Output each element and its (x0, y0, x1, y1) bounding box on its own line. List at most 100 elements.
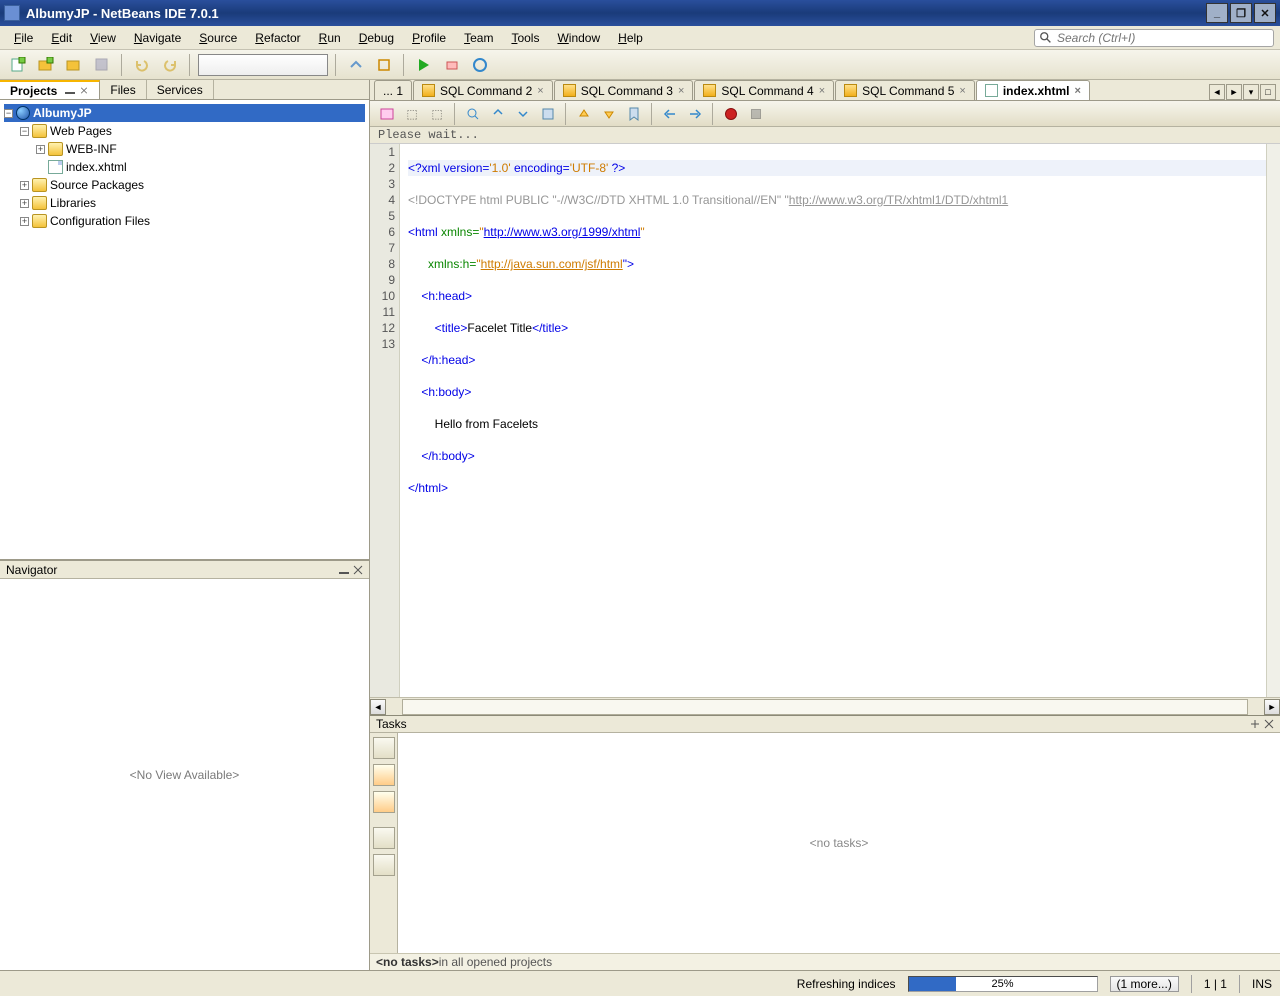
menu-debug[interactable]: Debug (351, 29, 402, 47)
folder-icon (48, 142, 63, 156)
tab-sql-command-2[interactable]: SQL Command 2× (413, 80, 553, 100)
minimize-panel-icon[interactable] (339, 565, 349, 575)
line-number-gutter: 12345678910111213 (370, 144, 400, 697)
scroll-tabs-right[interactable]: ► (1226, 84, 1242, 100)
shift-left-button[interactable] (659, 103, 681, 125)
run-button[interactable] (412, 53, 436, 77)
expand-icon[interactable]: + (20, 199, 29, 208)
maximize-editor-button[interactable]: □ (1260, 84, 1276, 100)
toggle-bookmark-button[interactable] (623, 103, 645, 125)
horizontal-scrollbar[interactable]: ◄ ► (370, 697, 1280, 715)
tasks-scope-project[interactable] (373, 764, 395, 786)
menu-view[interactable]: View (82, 29, 124, 47)
code-content[interactable]: <?xml version='1.0' encoding='UTF-8' ?> … (400, 144, 1266, 697)
macro-stop-button[interactable] (745, 103, 767, 125)
menu-help[interactable]: Help (610, 29, 651, 47)
close-tab-icon[interactable]: × (1075, 85, 1081, 97)
scrollbar-track[interactable] (402, 699, 1248, 715)
config-combo[interactable] (198, 54, 328, 76)
services-tab[interactable]: Services (147, 80, 214, 99)
project-tree[interactable]: −AlbumyJP −Web Pages +WEB-INF index.xhtm… (0, 100, 369, 560)
prev-error-button[interactable] (573, 103, 595, 125)
expand-icon[interactable]: + (20, 181, 29, 190)
tasks-filter-button[interactable] (373, 827, 395, 849)
diff-button[interactable]: ⬚ (426, 103, 448, 125)
minimize-panel-icon[interactable] (65, 87, 75, 94)
tab-sql-command-4[interactable]: SQL Command 4× (694, 80, 834, 100)
tree-source-packages[interactable]: +Source Packages (4, 176, 365, 194)
tasks-scope-open[interactable] (373, 791, 395, 813)
macro-record-button[interactable] (720, 103, 742, 125)
toggle-highlight-button[interactable] (537, 103, 559, 125)
progress-bar[interactable]: 25% (908, 976, 1098, 992)
clean-build-button[interactable] (372, 53, 396, 77)
error-stripe[interactable] (1266, 144, 1280, 697)
menu-team[interactable]: Team (456, 29, 501, 47)
profile-button[interactable] (468, 53, 492, 77)
search-input[interactable] (1057, 31, 1269, 45)
tasks-scope-file[interactable] (373, 737, 395, 759)
projects-tab[interactable]: Projects (0, 80, 100, 99)
tab-label: ... 1 (383, 84, 403, 98)
menu-file[interactable]: File (6, 29, 41, 47)
close-panel-icon[interactable] (353, 565, 363, 575)
tab-index-xhtml[interactable]: index.xhtml× (976, 80, 1090, 100)
collapse-icon[interactable]: − (20, 127, 29, 136)
close-tab-icon[interactable]: × (819, 85, 825, 97)
menu-run[interactable]: Run (311, 29, 349, 47)
build-button[interactable] (344, 53, 368, 77)
tree-webinf[interactable]: +WEB-INF (4, 140, 365, 158)
tree-config-files[interactable]: +Configuration Files (4, 212, 365, 230)
menu-profile[interactable]: Profile (404, 29, 454, 47)
undo-button[interactable] (130, 53, 154, 77)
collapse-icon[interactable]: − (4, 109, 13, 118)
prev-bookmark-button[interactable] (487, 103, 509, 125)
scroll-tabs-left[interactable]: ◄ (1209, 84, 1225, 100)
history-button[interactable]: ⬚ (401, 103, 423, 125)
more-tasks-button[interactable]: (1 more...) (1110, 976, 1179, 992)
tab-overflow[interactable]: ... 1 (374, 80, 412, 100)
new-file-button[interactable] (6, 53, 30, 77)
next-bookmark-button[interactable] (512, 103, 534, 125)
close-panel-icon[interactable] (1264, 719, 1274, 729)
close-panel-icon[interactable] (79, 87, 89, 94)
close-tab-icon[interactable]: × (537, 85, 543, 97)
open-project-button[interactable] (62, 53, 86, 77)
close-tab-icon[interactable]: × (959, 85, 965, 97)
quick-search[interactable] (1034, 29, 1274, 47)
find-prev-button[interactable] (462, 103, 484, 125)
tree-index-xhtml[interactable]: index.xhtml (4, 158, 365, 176)
scroll-right-button[interactable]: ► (1264, 699, 1280, 715)
tab-sql-command-5[interactable]: SQL Command 5× (835, 80, 975, 100)
menu-tools[interactable]: Tools (503, 29, 547, 47)
files-tab[interactable]: Files (100, 80, 146, 99)
menu-edit[interactable]: Edit (43, 29, 80, 47)
tab-sql-command-3[interactable]: SQL Command 3× (554, 80, 694, 100)
minimize-button[interactable]: _ (1206, 3, 1228, 23)
shift-right-button[interactable] (684, 103, 706, 125)
tree-web-pages[interactable]: −Web Pages (4, 122, 365, 140)
tab-list-button[interactable]: ▾ (1243, 84, 1259, 100)
menu-refactor[interactable]: Refactor (247, 29, 308, 47)
menu-navigate[interactable]: Navigate (126, 29, 189, 47)
tree-project-root[interactable]: −AlbumyJP (4, 104, 365, 122)
expand-icon[interactable]: + (20, 217, 29, 226)
code-editor[interactable]: Please wait... 12345678910111213 <?xml v… (370, 127, 1280, 715)
source-view-button[interactable] (376, 103, 398, 125)
expand-icon[interactable]: + (36, 145, 45, 154)
debug-button[interactable] (440, 53, 464, 77)
maximize-button[interactable]: ❐ (1230, 3, 1252, 23)
save-all-button[interactable] (90, 53, 114, 77)
close-tab-icon[interactable]: × (678, 85, 684, 97)
tasks-group-button[interactable] (373, 854, 395, 876)
scroll-left-button[interactable]: ◄ (370, 699, 386, 715)
services-tab-label: Services (157, 83, 203, 97)
new-project-button[interactable] (34, 53, 58, 77)
menu-source[interactable]: Source (191, 29, 245, 47)
redo-button[interactable] (158, 53, 182, 77)
menu-window[interactable]: Window (549, 29, 608, 47)
close-window-button[interactable]: ✕ (1254, 3, 1276, 23)
tree-libraries[interactable]: +Libraries (4, 194, 365, 212)
minimize-panel-icon[interactable] (1250, 719, 1260, 729)
next-error-button[interactable] (598, 103, 620, 125)
